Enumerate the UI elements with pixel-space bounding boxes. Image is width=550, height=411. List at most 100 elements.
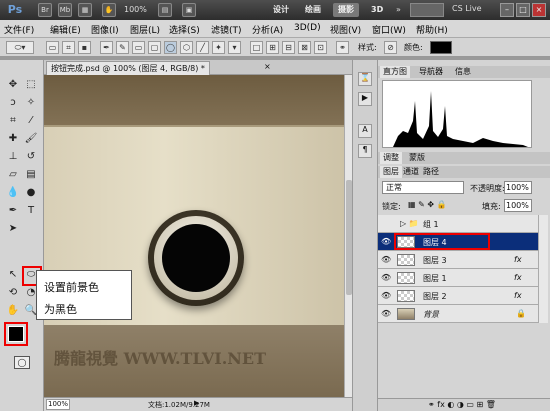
3d-rotate-icon[interactable]: ⟲ xyxy=(6,286,20,300)
exclude-shape-icon[interactable]: ⊡ xyxy=(314,41,327,54)
layer-row[interactable]: 👁 图层 3 fx xyxy=(378,251,538,269)
tab-info[interactable]: 信息 xyxy=(452,66,474,78)
lock-icons[interactable]: ▦ ✎ ✥ 🔒 xyxy=(408,200,447,209)
paths-icon[interactable]: ⌗ xyxy=(62,41,75,54)
quick-select-tool-icon[interactable]: ✧ xyxy=(24,96,38,110)
vertical-scrollbar[interactable] xyxy=(344,75,352,397)
foreground-color-swatch[interactable] xyxy=(8,326,24,342)
workspace-photography[interactable]: 摄影 xyxy=(333,3,359,17)
polygon-shape-icon[interactable]: ⬡ xyxy=(180,41,193,54)
arrange-documents-icon[interactable]: ▤ xyxy=(158,3,172,17)
menu-3d[interactable]: 3D(D) xyxy=(294,23,321,33)
rectangle-shape-icon[interactable]: ▭ xyxy=(132,41,145,54)
menu-image[interactable]: 图像(I) xyxy=(91,23,119,36)
menu-filter[interactable]: 滤镜(T) xyxy=(211,23,242,36)
eraser-tool-icon[interactable]: ▱ xyxy=(6,168,20,182)
document-canvas[interactable]: 腾龍視覺 WWW.TLVI.NET xyxy=(44,75,344,397)
quick-mask-icon[interactable]: ◯ xyxy=(14,356,30,369)
new-shape-layer-icon[interactable]: □ xyxy=(250,41,263,54)
brush-tool-icon[interactable]: 🖌 xyxy=(24,132,38,146)
crop-tool-icon[interactable]: ⌗ xyxy=(6,114,20,128)
tab-navigator[interactable]: 导航器 xyxy=(416,66,446,78)
menu-file[interactable]: 文件(F) xyxy=(4,23,34,36)
actions-panel-icon[interactable]: ▶ xyxy=(358,92,372,106)
layer-row[interactable]: 👁 图层 1 fx xyxy=(378,269,538,287)
lasso-tool-icon[interactable]: ↄ xyxy=(6,96,20,110)
layer-row[interactable]: 👁 图层 2 fx xyxy=(378,287,538,305)
restore-button[interactable]: □ xyxy=(516,3,530,17)
menu-layer[interactable]: 图层(L) xyxy=(130,23,160,36)
eye-icon[interactable]: 👁 xyxy=(381,237,391,246)
style-picker[interactable]: ⊘ xyxy=(384,41,397,54)
eye-icon[interactable]: 👁 xyxy=(381,291,391,300)
eye-icon[interactable]: 👁 xyxy=(381,273,391,282)
rounded-rectangle-icon[interactable]: ▢ xyxy=(148,41,161,54)
search-help-field[interactable] xyxy=(410,3,444,17)
eye-icon[interactable]: 👁 xyxy=(381,255,391,264)
ellipse-shape-icon[interactable]: ◯ xyxy=(164,41,177,54)
close-button[interactable]: × xyxy=(532,3,546,17)
fill-input[interactable]: 100% xyxy=(504,199,532,212)
menu-select[interactable]: 选择(S) xyxy=(169,23,200,36)
history-panel-icon[interactable]: ⌛ xyxy=(358,72,372,86)
tab-layers[interactable]: 图层 xyxy=(380,166,402,178)
paragraph-panel-icon[interactable]: ¶ xyxy=(358,144,372,158)
tab-masks[interactable]: 蒙版 xyxy=(406,152,428,164)
fx-icon[interactable]: fx xyxy=(514,291,522,300)
document-tab[interactable]: 按钮完成.psd @ 100% (图层 4, RGB/8) * xyxy=(46,61,210,75)
layer-row[interactable]: ▷ 📁 组 1 xyxy=(378,215,538,233)
subtract-shape-icon[interactable]: ⊟ xyxy=(282,41,295,54)
fx-icon[interactable]: fx xyxy=(514,255,522,264)
shape-layers-icon[interactable]: ▭ xyxy=(46,41,59,54)
geometry-options-icon[interactable]: ▾ xyxy=(228,41,241,54)
cs-live-button[interactable]: CS Live xyxy=(452,4,482,13)
hand-view-icon[interactable]: ✋ xyxy=(102,3,116,17)
layers-scrollbar[interactable] xyxy=(538,215,548,323)
tab-channels[interactable]: 通道 xyxy=(400,166,422,178)
hand-tool-icon[interactable]: ✋ xyxy=(6,304,20,318)
marquee-tool-icon[interactable]: ⬚ xyxy=(24,78,38,92)
group-expand-icon[interactable]: ▷ 📁 xyxy=(400,219,419,228)
blur-tool-icon[interactable]: 💧 xyxy=(6,186,20,200)
tab-histogram[interactable]: 直方图 xyxy=(380,66,410,78)
screen-mode-icon[interactable]: ▣ xyxy=(182,3,196,17)
clone-stamp-icon[interactable]: ⊥ xyxy=(6,150,20,164)
character-panel-icon[interactable]: A xyxy=(358,124,372,138)
direct-select-icon[interactable]: ↖ xyxy=(6,268,20,282)
eyedropper-tool-icon[interactable]: ⁄ xyxy=(24,114,38,128)
healing-brush-icon[interactable]: ✚ xyxy=(6,132,20,146)
eye-icon[interactable]: 👁 xyxy=(381,309,391,318)
minimize-button[interactable]: – xyxy=(500,3,514,17)
workspace-3d[interactable]: 3D xyxy=(366,3,388,17)
type-tool-icon[interactable]: T xyxy=(24,204,38,218)
status-arrow-icon[interactable]: ▶ xyxy=(194,399,199,407)
history-brush-icon[interactable]: ↺ xyxy=(24,150,38,164)
more-workspaces-icon[interactable]: » xyxy=(396,5,401,14)
color-swatch[interactable] xyxy=(430,41,452,54)
add-to-shape-icon[interactable]: ⊞ xyxy=(266,41,279,54)
tab-paths[interactable]: 路径 xyxy=(420,166,442,178)
path-selection-icon[interactable]: ➤ xyxy=(6,222,20,236)
intersect-shape-icon[interactable]: ⊠ xyxy=(298,41,311,54)
workspace-painting[interactable]: 绘画 xyxy=(300,3,326,17)
menu-window[interactable]: 窗口(W) xyxy=(372,23,406,36)
menu-analysis[interactable]: 分析(A) xyxy=(252,23,283,36)
status-zoom[interactable]: 100% xyxy=(46,399,70,410)
layers-footer-icons[interactable]: ⚭ fx ◐ ◑ ▭ ⊞ 🗑 xyxy=(378,398,550,411)
tab-adjustments[interactable]: 调整 xyxy=(380,152,402,164)
dodge-tool-icon[interactable]: ● xyxy=(24,186,38,200)
move-tool-icon[interactable]: ✥ xyxy=(6,78,20,92)
tool-preset-picker[interactable]: ⬭▾ xyxy=(6,41,34,54)
workspace-design[interactable]: 设计 xyxy=(268,3,294,17)
custom-shape-icon[interactable]: ✦ xyxy=(212,41,225,54)
layer-row-selected[interactable]: 👁 图层 4 xyxy=(378,233,538,251)
pen-tool-icon[interactable]: ✒ xyxy=(100,41,113,54)
fill-pixels-icon[interactable]: ▪ xyxy=(78,41,91,54)
link-icon[interactable]: ⚭ xyxy=(336,41,349,54)
gradient-tool-icon[interactable]: ▤ xyxy=(24,168,38,182)
mini-bridge-icon[interactable]: Mb xyxy=(58,3,72,17)
opacity-input[interactable]: 100% xyxy=(504,181,532,194)
blend-mode-select[interactable]: 正常 xyxy=(382,181,464,194)
bridge-icon[interactable]: Br xyxy=(38,3,52,17)
menu-view[interactable]: 视图(V) xyxy=(330,23,361,36)
